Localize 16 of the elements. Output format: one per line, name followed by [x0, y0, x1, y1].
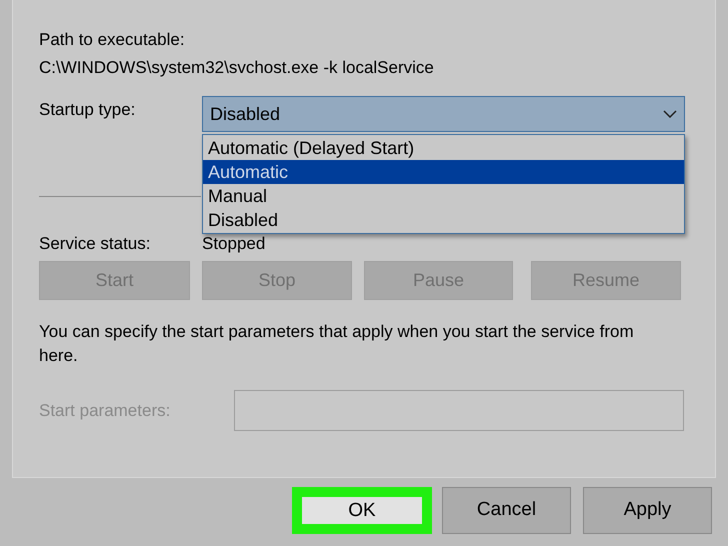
startup-type-dropdown[interactable]: Disabled: [202, 96, 685, 132]
service-status-label: Service status:: [39, 233, 152, 255]
service-status-value: Stopped: [202, 233, 266, 255]
path-value: C:\WINDOWS\system32\svchost.exe -k localService: [39, 57, 434, 79]
dropdown-option[interactable]: Automatic (Delayed Start): [203, 136, 684, 160]
dialog-button[interactable]: Cancel: [442, 487, 571, 534]
dialog-button[interactable]: OK: [292, 487, 432, 534]
startup-type-label: Startup type:: [39, 99, 136, 121]
path-label: Path to executable:: [39, 29, 185, 51]
dropdown-option[interactable]: Disabled: [203, 208, 684, 232]
hint-text: You can specify the start parameters that apply when you start the service from here.: [39, 321, 635, 367]
dropdown-option[interactable]: Automatic: [203, 160, 684, 184]
chevron-down-icon: [663, 110, 677, 118]
dialog-button[interactable]: Apply: [583, 487, 712, 534]
start-parameters-label: Start parameters:: [39, 400, 172, 422]
dropdown-option[interactable]: Manual: [203, 184, 684, 208]
